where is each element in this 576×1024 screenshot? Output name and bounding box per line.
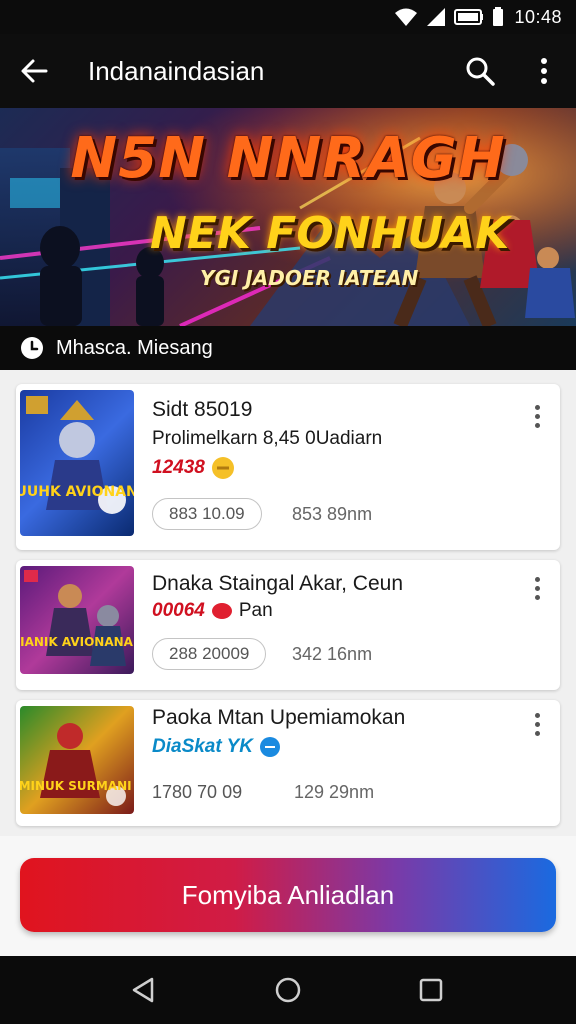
- nav-home-button[interactable]: [271, 973, 305, 1007]
- item-thumbnail: SUUHK AVIONANA: [20, 390, 134, 536]
- thumbnail-art: SIIANIK AVIONANA: [20, 570, 134, 666]
- clock-icon: [21, 337, 43, 359]
- more-vertical-icon: [541, 58, 547, 84]
- item-subtitle: Prolimelkarn 8,45 0Uadiarn: [152, 428, 383, 449]
- badge-icon: [211, 603, 232, 619]
- section-header: Mhasca. Miesang: [0, 326, 576, 370]
- item-stat-pill[interactable]: 288 20009: [152, 638, 267, 670]
- nav-back-button[interactable]: [126, 973, 160, 1007]
- banner-title: N5N NNRAGH: [70, 126, 506, 191]
- wifi-icon: [395, 8, 418, 26]
- item-title: Dnaka Staingal Akar, Ceun: [152, 572, 403, 595]
- banner-tagline: YGI JADOER IATEAN: [200, 266, 419, 290]
- item-meta: 853 89nm: [292, 504, 373, 524]
- nav-back-icon: [132, 977, 154, 1003]
- search-icon: [466, 57, 495, 86]
- system-nav-bar: [0, 956, 576, 1024]
- list-item[interactable]: SUUHK AVIONANA Sidt 85019 Prolimelkarn 8…: [16, 384, 560, 550]
- item-more-button[interactable]: [522, 398, 552, 434]
- more-vertical-icon: [534, 404, 540, 428]
- item-price-value: DiaSkat YK: [152, 736, 254, 757]
- battery-saver-icon: [454, 9, 484, 25]
- thumbnail-text: SUUHK AVIONANA: [20, 484, 134, 500]
- more-vertical-icon: [534, 712, 540, 736]
- nav-home-icon: [275, 977, 301, 1003]
- item-price-value: 12438: [152, 457, 205, 478]
- battery-icon: [493, 7, 504, 26]
- item-price-value: 00064: [152, 600, 205, 621]
- item-list: SUUHK AVIONANA Sidt 85019 Prolimelkarn 8…: [0, 370, 576, 836]
- thumbnail-art: OMINUK SURMANI: [20, 723, 132, 806]
- list-item[interactable]: OMINUK SURMANI Paoka Mtan Upemiamokan Di…: [16, 700, 560, 826]
- action-area: Fomyiba Anliadlan: [0, 836, 576, 956]
- item-stat: 1780 70 09: [152, 782, 243, 802]
- item-thumbnail: OMINUK SURMANI: [20, 706, 134, 814]
- item-more-button[interactable]: [522, 706, 552, 742]
- arrow-left-icon: [21, 59, 48, 83]
- item-price-suffix: Pan: [238, 600, 273, 621]
- app-bar: Indanaindasian: [0, 34, 576, 108]
- badge-icon: [260, 737, 281, 757]
- status-bar: 10:48: [0, 0, 576, 34]
- section-label: Mhasca. Miesang: [56, 337, 213, 359]
- item-title: Paoka Mtan Upemiamokan: [152, 706, 406, 729]
- item-stat-pill[interactable]: 883 10.09: [152, 498, 262, 530]
- more-options-button[interactable]: [524, 51, 564, 91]
- primary-action-button[interactable]: Fomyiba Anliadlan: [20, 858, 556, 932]
- item-title: Sidt 85019: [152, 398, 253, 421]
- item-price: 00064 Pan: [152, 600, 273, 622]
- screen: 10:48 Indanaindasian N5N NNRAGH NEK FONH…: [0, 0, 576, 1024]
- item-thumbnail: SIIANIK AVIONANA: [20, 566, 134, 674]
- coin-icon: [211, 457, 234, 479]
- nav-recents-icon: [419, 978, 443, 1002]
- thumbnail-text: SIIANIK AVIONANA: [20, 635, 134, 649]
- thumbnail-art: SUUHK AVIONANA: [20, 396, 134, 514]
- item-price: 12438: [152, 456, 235, 480]
- nav-recents-button[interactable]: [414, 973, 448, 1007]
- banner-subtitle: NEK FONHUAK: [150, 208, 510, 259]
- item-price: DiaSkat YK: [152, 736, 281, 758]
- page-title: Indanaindasian: [88, 56, 265, 86]
- item-meta: 342 16nm: [292, 644, 373, 664]
- list-item[interactable]: SIIANIK AVIONANA Dnaka Staingal Akar, Ce…: [16, 560, 560, 690]
- thumbnail-text: OMINUK SURMANI: [20, 779, 132, 793]
- more-vertical-icon: [534, 576, 540, 600]
- back-button[interactable]: [16, 53, 52, 89]
- signal-icon: [427, 8, 446, 26]
- promo-banner[interactable]: N5N NNRAGH NEK FONHUAK YGI JADOER IATEAN: [0, 108, 576, 326]
- status-time: 10:48: [514, 6, 562, 27]
- item-meta: 129 29nm: [294, 782, 375, 802]
- search-button[interactable]: [460, 51, 500, 91]
- item-more-button[interactable]: [522, 570, 552, 606]
- status-icons: 10:48: [394, 6, 562, 28]
